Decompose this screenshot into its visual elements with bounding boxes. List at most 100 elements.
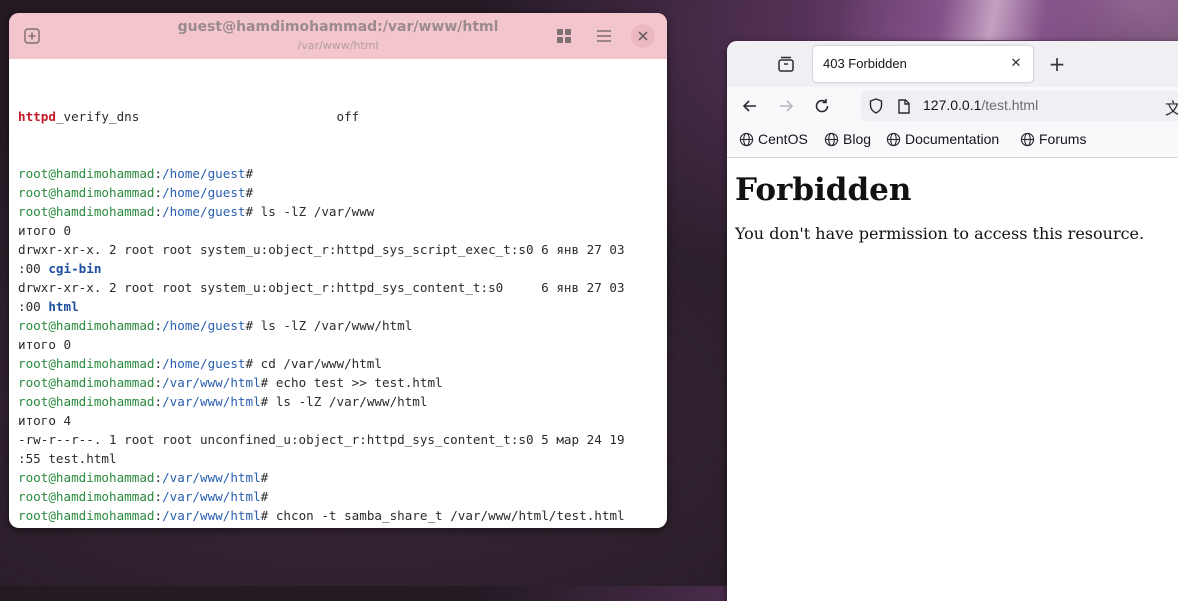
command-text: ls -lZ /var/www [253, 204, 375, 219]
terminal-line: root@hamdimohammad:/var/www/html# ls -lZ… [18, 394, 428, 409]
prompt-path: /home/guest [162, 356, 246, 371]
prompt-user: root@hamdimohammad [18, 508, 155, 523]
bookmark-label: Documentation [905, 131, 1000, 147]
terminal-line: httpd_verify_dns off [18, 107, 658, 126]
translate-icon[interactable]: 文 [1165, 95, 1178, 119]
terminal-line: root@hamdimohammad:/home/guest# [18, 166, 254, 181]
command-text: ls -lZ /var/www/html [268, 394, 428, 409]
prompt-user: root@hamdimohammad [18, 375, 155, 390]
output-text: drwxr-xr-x. 2 root root system_u:object_… [18, 242, 625, 257]
prompt-path: /var/www/html [162, 375, 261, 390]
tab-title: 403 Forbidden [823, 56, 907, 71]
globe-icon [1020, 132, 1035, 146]
output-text: итого 0 [18, 337, 72, 352]
bookmark-forums[interactable]: Forums [1020, 131, 1086, 147]
globe-icon [739, 132, 754, 146]
terminal-line: root@hamdimohammad:/home/guest# ls -lZ /… [18, 318, 413, 333]
prompt-path: /var/www/html [162, 394, 261, 409]
page-message: You don't have permission to access this… [735, 224, 1145, 243]
terminal-line: :55 test.html [18, 449, 658, 468]
prompt-user: root@hamdimohammad [18, 204, 155, 219]
prompt-path: /var/www/html [162, 489, 261, 504]
bookmark-label: Forums [1039, 131, 1087, 147]
terminal-line: root@hamdimohammad:/var/www/html# echo t… [18, 375, 443, 390]
output-text: :00 [18, 261, 49, 276]
tab-strip: 403 Forbidden ✕ + [727, 41, 1178, 87]
terminal-output[interactable]: httpd_verify_dns off root@hamdimohammad:… [9, 59, 667, 528]
bookmark-documentation[interactable]: Documentation [886, 131, 999, 147]
terminal-window[interactable]: guest@hamdimohammad:/var/www/html /var/w… [9, 13, 667, 528]
terminal-line: root@hamdimohammad:/home/guest# [18, 185, 254, 200]
prompt-user: root@hamdimohammad [18, 318, 155, 333]
directory-name: html [48, 299, 79, 314]
shield-icon[interactable] [867, 97, 885, 115]
prompt-user: root@hamdimohammad [18, 394, 155, 409]
prompt-path: /home/guest [162, 185, 246, 200]
navigation-toolbar: 127.0.0.1/test.html 文 [727, 87, 1178, 125]
globe-icon [886, 132, 901, 146]
directory-name: cgi-bin [48, 261, 102, 276]
terminal-line: итого 4 [18, 411, 658, 430]
terminal-line: root@hamdimohammad:/var/www/html# [18, 470, 269, 485]
prompt-user: root@hamdimohammad [18, 356, 155, 371]
globe-icon [824, 132, 839, 146]
browser-window[interactable]: 403 Forbidden ✕ + 127.0.0.1/test.html 文 [727, 41, 1178, 601]
command-text: ls -lZ /var/www/html [253, 318, 413, 333]
back-arrow-icon[interactable] [739, 95, 761, 117]
setting-value: _verify_dns off [55, 109, 360, 124]
output-text: итого 4 [18, 413, 72, 428]
terminal-line: drwxr-xr-x. 2 root root system_u:object_… [18, 278, 658, 297]
terminal-line: drwxr-xr-x. 2 root root system_u:object_… [18, 240, 658, 259]
terminal-headerbar[interactable]: guest@hamdimohammad:/var/www/html /var/w… [9, 13, 667, 59]
page-heading: Forbidden [735, 172, 912, 208]
url-text[interactable]: 127.0.0.1/test.html [923, 97, 1038, 113]
command-text: echo test >> test.html [268, 375, 443, 390]
output-text: :55 test.html [18, 451, 117, 466]
url-host: 127.0.0.1 [923, 97, 982, 113]
hamburger-menu-icon[interactable] [593, 25, 615, 47]
url-path: /test.html [981, 97, 1039, 113]
page-info-icon[interactable] [895, 97, 913, 115]
prompt-path: /home/guest [162, 166, 246, 181]
terminal-line: итого 0 [18, 335, 658, 354]
wallpaper-highlight [840, 0, 1178, 40]
forward-arrow-icon[interactable] [775, 95, 797, 117]
output-text: :00 [18, 299, 49, 314]
output-text: drwxr-xr-x. 2 root root system_u:object_… [18, 280, 625, 295]
prompt-user: root@hamdimohammad [18, 489, 155, 504]
terminal-line: -rw-r--r--. 1 root root unconfined_u:obj… [18, 430, 658, 449]
prompt-user: root@hamdimohammad [18, 185, 155, 200]
bookmark-label: CentOS [758, 131, 808, 147]
bookmark-label: Blog [843, 131, 872, 147]
tab-close-icon[interactable]: ✕ [1007, 54, 1025, 72]
bookmarks-toolbar: CentOS Blog Documentation Forums [727, 125, 1178, 158]
prompt-path: /home/guest [162, 204, 246, 219]
page-content: Forbidden You don't have permission to a… [727, 158, 1178, 255]
reload-icon[interactable] [811, 95, 833, 117]
terminal-line: root@hamdimohammad:/var/www/html# [18, 489, 269, 504]
close-icon[interactable] [631, 24, 655, 48]
bookmark-blog[interactable]: Blog [824, 131, 871, 147]
terminal-line: root@hamdimohammad:/home/guest# ls -lZ /… [18, 204, 375, 219]
terminal-line: итого 0 [18, 221, 658, 240]
firefox-view-icon[interactable] [775, 53, 797, 75]
bookmark-centos[interactable]: CentOS [739, 131, 808, 147]
output-text: итого 0 [18, 223, 72, 238]
command-text: cd /var/www/html [253, 356, 382, 371]
terminal-line: :00 html [18, 297, 658, 316]
terminal-line: root@hamdimohammad:/var/www/html# chcon … [18, 508, 625, 523]
prompt-path: /var/www/html [162, 508, 261, 523]
command-text: chcon -t samba_share_t /var/www/html/tes… [268, 508, 625, 523]
output-text: -rw-r--r--. 1 root root unconfined_u:obj… [18, 432, 625, 447]
setting-name-highlight: httpd [18, 109, 56, 124]
prompt-path: /var/www/html [162, 470, 261, 485]
prompt-user: root@hamdimohammad [18, 470, 155, 485]
terminal-line: :00 cgi-bin [18, 259, 658, 278]
prompt-path: /home/guest [162, 318, 246, 333]
tab-403-forbidden[interactable]: 403 Forbidden ✕ [813, 46, 1033, 82]
terminal-line: root@hamdimohammad:/home/guest# cd /var/… [18, 356, 382, 371]
url-bar[interactable]: 127.0.0.1/test.html [861, 91, 1178, 121]
new-tab-plus-icon[interactable]: + [1045, 52, 1069, 76]
tab-overview-icon[interactable] [553, 25, 575, 47]
